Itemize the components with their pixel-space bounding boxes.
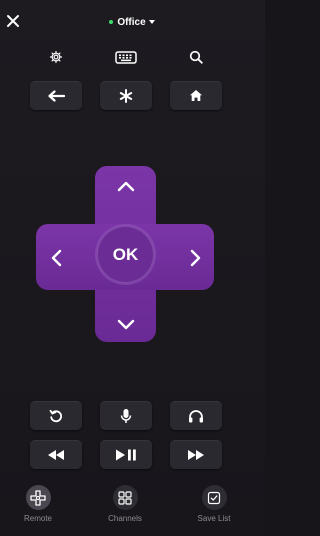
replay-icon [49,409,63,422]
chevron-left-icon [51,249,61,267]
chevron-down-icon [148,20,155,24]
fast-forward-icon [188,449,204,460]
headphones-icon [189,409,203,422]
search-icon [189,50,203,64]
close-icon [7,15,19,27]
dpad-left-button[interactable] [38,232,74,284]
microphone-icon [120,408,132,423]
back-button[interactable] [30,81,82,110]
search-button[interactable] [185,47,207,67]
chevron-down-icon [117,319,134,329]
replay-button[interactable] [30,401,82,430]
nav-item-channels[interactable]: Channels [95,485,155,523]
gear-icon [49,50,63,64]
play-pause-button[interactable] [100,440,152,469]
nav-label-save-list: Save List [197,514,231,523]
device-selector[interactable]: Office [92,15,172,29]
ok-button[interactable]: OK [97,226,154,283]
dpad-up-button[interactable] [100,170,151,202]
chevron-right-icon [190,249,200,267]
nav-item-save-list[interactable]: Save List [184,485,244,523]
rewind-icon [48,449,64,460]
voice-button[interactable] [100,401,152,430]
chevron-up-icon [117,181,134,191]
options-button[interactable] [100,81,152,110]
remote-icon [25,485,51,510]
rewind-button[interactable] [30,440,82,469]
settings-button[interactable] [45,47,67,67]
back-arrow-icon [48,89,65,102]
dpad-right-button[interactable] [177,232,213,284]
asterisk-icon [119,88,133,103]
close-button[interactable] [4,12,22,30]
keyboard-button[interactable] [112,47,140,67]
private-listening-button[interactable] [170,401,222,430]
nav-label-channels: Channels [108,514,142,523]
ok-label: OK [112,244,139,264]
nav-item-remote[interactable]: Remote [8,485,68,523]
status-dot [109,20,114,24]
dpad-down-button[interactable] [100,308,151,340]
save-list-icon [201,485,227,510]
keyboard-icon [115,50,137,64]
fast-forward-button[interactable] [170,440,222,469]
home-button[interactable] [170,81,222,110]
nav-label-remote: Remote [23,514,52,523]
play-pause-icon [116,449,136,460]
device-name: Office [117,16,146,28]
home-icon [190,90,202,101]
bottom-navigation: Remote Channels Save List [0,478,265,536]
channels-grid-icon [112,485,138,510]
